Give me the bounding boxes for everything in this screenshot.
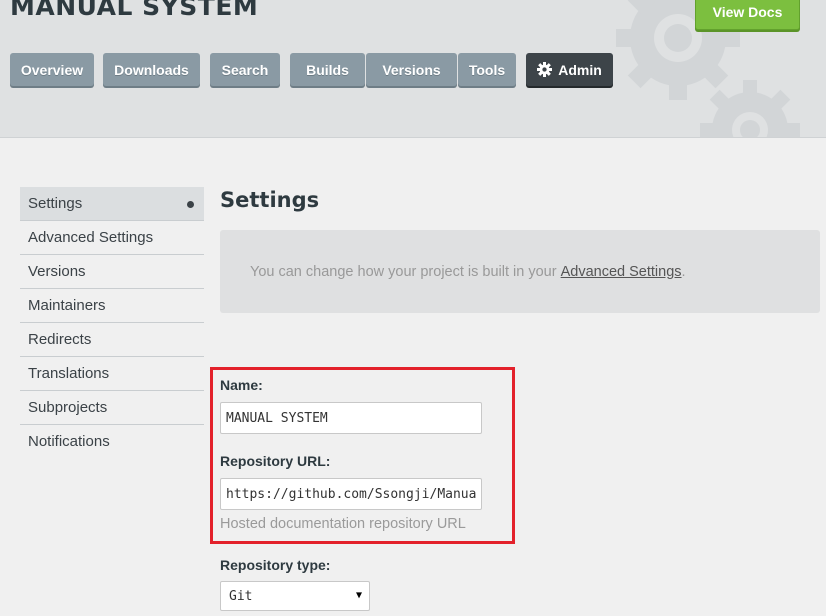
dropdown-caret-icon: ▼ [355,590,362,601]
name-label: Name: [220,377,263,393]
sidebar-item-subprojects[interactable]: Subprojects [20,391,204,425]
sidebar-item-notifications[interactable]: Notifications [20,425,204,458]
info-suffix: . [681,263,686,280]
sidebar-item-label: Translations [28,365,110,382]
tab-search[interactable]: Search [210,53,280,86]
sidebar-item-redirects[interactable]: Redirects [20,323,204,357]
project-title: MANUAL SYSTEM [10,0,259,21]
settings-sidebar: Settings Advanced Settings Versions Main… [20,187,204,458]
sidebar-item-advanced-settings[interactable]: Advanced Settings [20,221,204,255]
info-text: You can change how your project is built… [250,263,557,280]
tab-versions[interactable]: Versions [366,53,457,86]
repository-type-select[interactable]: Git ▼ [220,581,370,611]
sidebar-item-label: Notifications [28,433,110,450]
view-docs-button[interactable]: View Docs [695,0,800,30]
sidebar-item-label: Advanced Settings [28,229,154,246]
sidebar-item-label: Subprojects [28,399,108,416]
repository-type-label: Repository type: [220,557,331,573]
tab-overview[interactable]: Overview [10,53,94,86]
advanced-settings-link[interactable]: Advanced Settings [561,264,682,280]
sidebar-item-maintainers[interactable]: Maintainers [20,289,204,323]
page-title: Settings [220,188,320,212]
name-field[interactable] [220,402,482,434]
sidebar-item-translations[interactable]: Translations [20,357,204,391]
gear-icon [537,62,553,77]
tab-admin-label: Admin [558,61,602,78]
sidebar-item-label: Settings [28,195,83,212]
repository-url-field[interactable] [220,478,482,510]
repository-url-label: Repository URL: [220,453,331,469]
repository-url-help: Hosted documentation repository URL [220,516,466,532]
tab-tools[interactable]: Tools [458,53,516,86]
sidebar-item-label: Versions [28,263,86,280]
tab-downloads[interactable]: Downloads [103,53,200,86]
sidebar-item-versions[interactable]: Versions [20,255,204,289]
sidebar-item-label: Maintainers [28,297,106,314]
project-header: MANUAL SYSTEM View Docs Overview Downloa… [0,0,826,138]
sidebar-item-settings[interactable]: Settings [20,187,204,221]
tab-builds[interactable]: Builds [290,53,365,86]
repository-type-value: Git [229,588,253,604]
active-dot-icon [187,201,194,208]
tab-admin[interactable]: Admin [526,53,613,86]
info-message: You can change how your project is built… [220,230,820,313]
sidebar-item-label: Redirects [28,331,92,348]
